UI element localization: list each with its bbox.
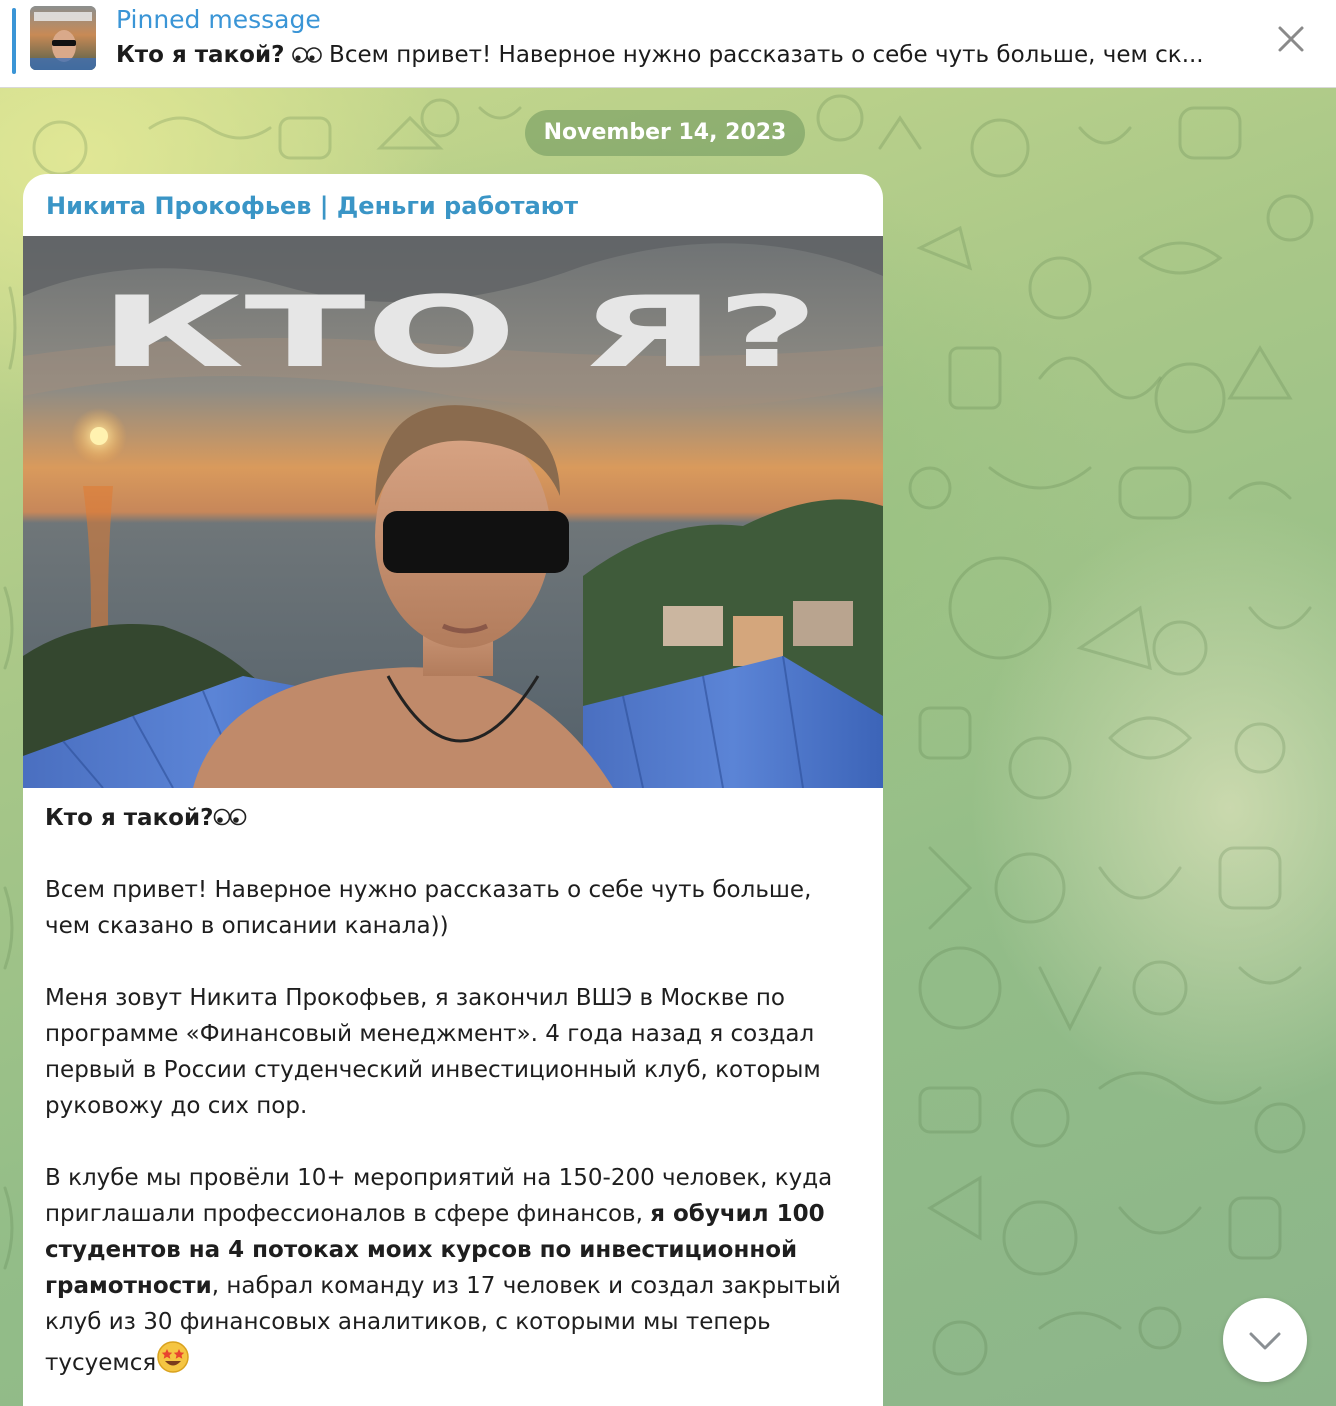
post-title: Кто я такой? [45, 805, 214, 831]
pinned-message-bar[interactable]: Pinned message Кто я такой? Всем привет!… [0, 0, 1336, 88]
post-photo[interactable]: КТО Я? [23, 236, 883, 788]
pinned-preview-text: Всем привет! Наверное нужно рассказать о… [321, 42, 1204, 68]
scroll-down-button[interactable] [1223, 1298, 1307, 1382]
post-text: Кто я такой? Всем привет! Наверное нужно… [45, 800, 861, 1406]
post-title-line: Кто я такой? [45, 800, 861, 836]
date-separator: November 14, 2023 [525, 110, 805, 156]
star-struck-emoji-icon [156, 1340, 190, 1374]
paragraph-1: Всем привет! Наверное нужно рассказать о… [45, 877, 812, 939]
pinned-preview-title: Кто я такой? [116, 42, 285, 68]
chat-background: November 14, 2023 Никита Прокофьев | Ден… [0, 88, 1336, 1406]
paragraph-2: Меня зовут Никита Прокофьев, я закончил … [45, 985, 821, 1119]
pinned-preview: Кто я такой? Всем привет! Наверное нужно… [116, 42, 1246, 68]
photo-title-text: КТО Я? [99, 276, 819, 390]
channel-post-bubble: Никита Прокофьев | Деньги работают КТО Я… [23, 174, 883, 1406]
telegram-chat-window: Pinned message Кто я такой? Всем привет!… [0, 0, 1336, 1406]
pinned-thumbnail [30, 6, 96, 70]
chevron-down-icon [1249, 1332, 1281, 1350]
pinned-label: Pinned message [116, 5, 321, 34]
paragraph-3: В клубе мы провёли 10+ мероприятий на 15… [45, 1160, 861, 1381]
eyes-emoji-icon [213, 805, 247, 831]
pinned-accent-line [12, 8, 16, 74]
channel-name[interactable]: Никита Прокофьев | Деньги работают [46, 192, 578, 220]
eyes-emoji-icon [284, 42, 322, 68]
close-icon[interactable] [1274, 22, 1308, 56]
